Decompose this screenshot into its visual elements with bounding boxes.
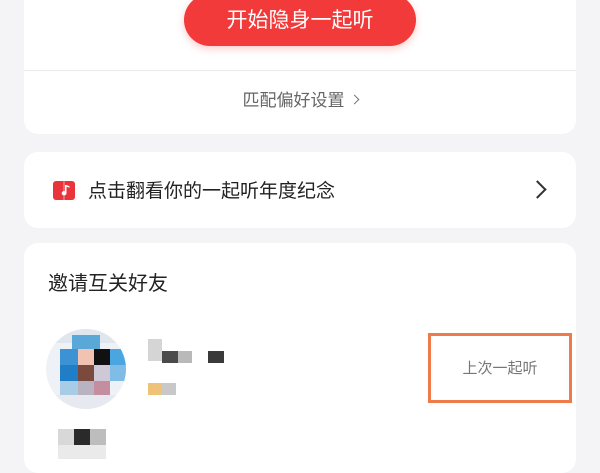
start-incognito-listen-button[interactable]: 开始隐身一起听 [184,0,416,46]
chevron-right-icon [528,180,547,199]
section-title: 邀请互关好友 [48,271,168,295]
avatar[interactable] [46,329,126,409]
divider [24,70,576,71]
invite-friends-card: 邀请互关好友 上次一起听 [24,243,576,473]
match-preference-link[interactable]: 匹配偏好设置 [24,86,576,111]
listen-together-card: 开始隐身一起听 匹配偏好设置 [24,0,576,134]
last-listened-together-button[interactable]: 上次一起听 [428,333,572,403]
memorial-text: 点击翻看你的一起听年度纪念 [88,180,336,202]
friend-avatar-partial [58,429,106,459]
friend-list-item[interactable]: 上次一起听 [24,329,576,409]
music-book-icon [53,181,75,200]
annual-memorial-card[interactable]: 点击翻看你的一起听年度纪念 [24,152,576,228]
match-preference-label: 匹配偏好设置 [242,91,345,111]
chevron-right-icon [349,94,359,104]
friend-name-blurred [148,339,224,395]
